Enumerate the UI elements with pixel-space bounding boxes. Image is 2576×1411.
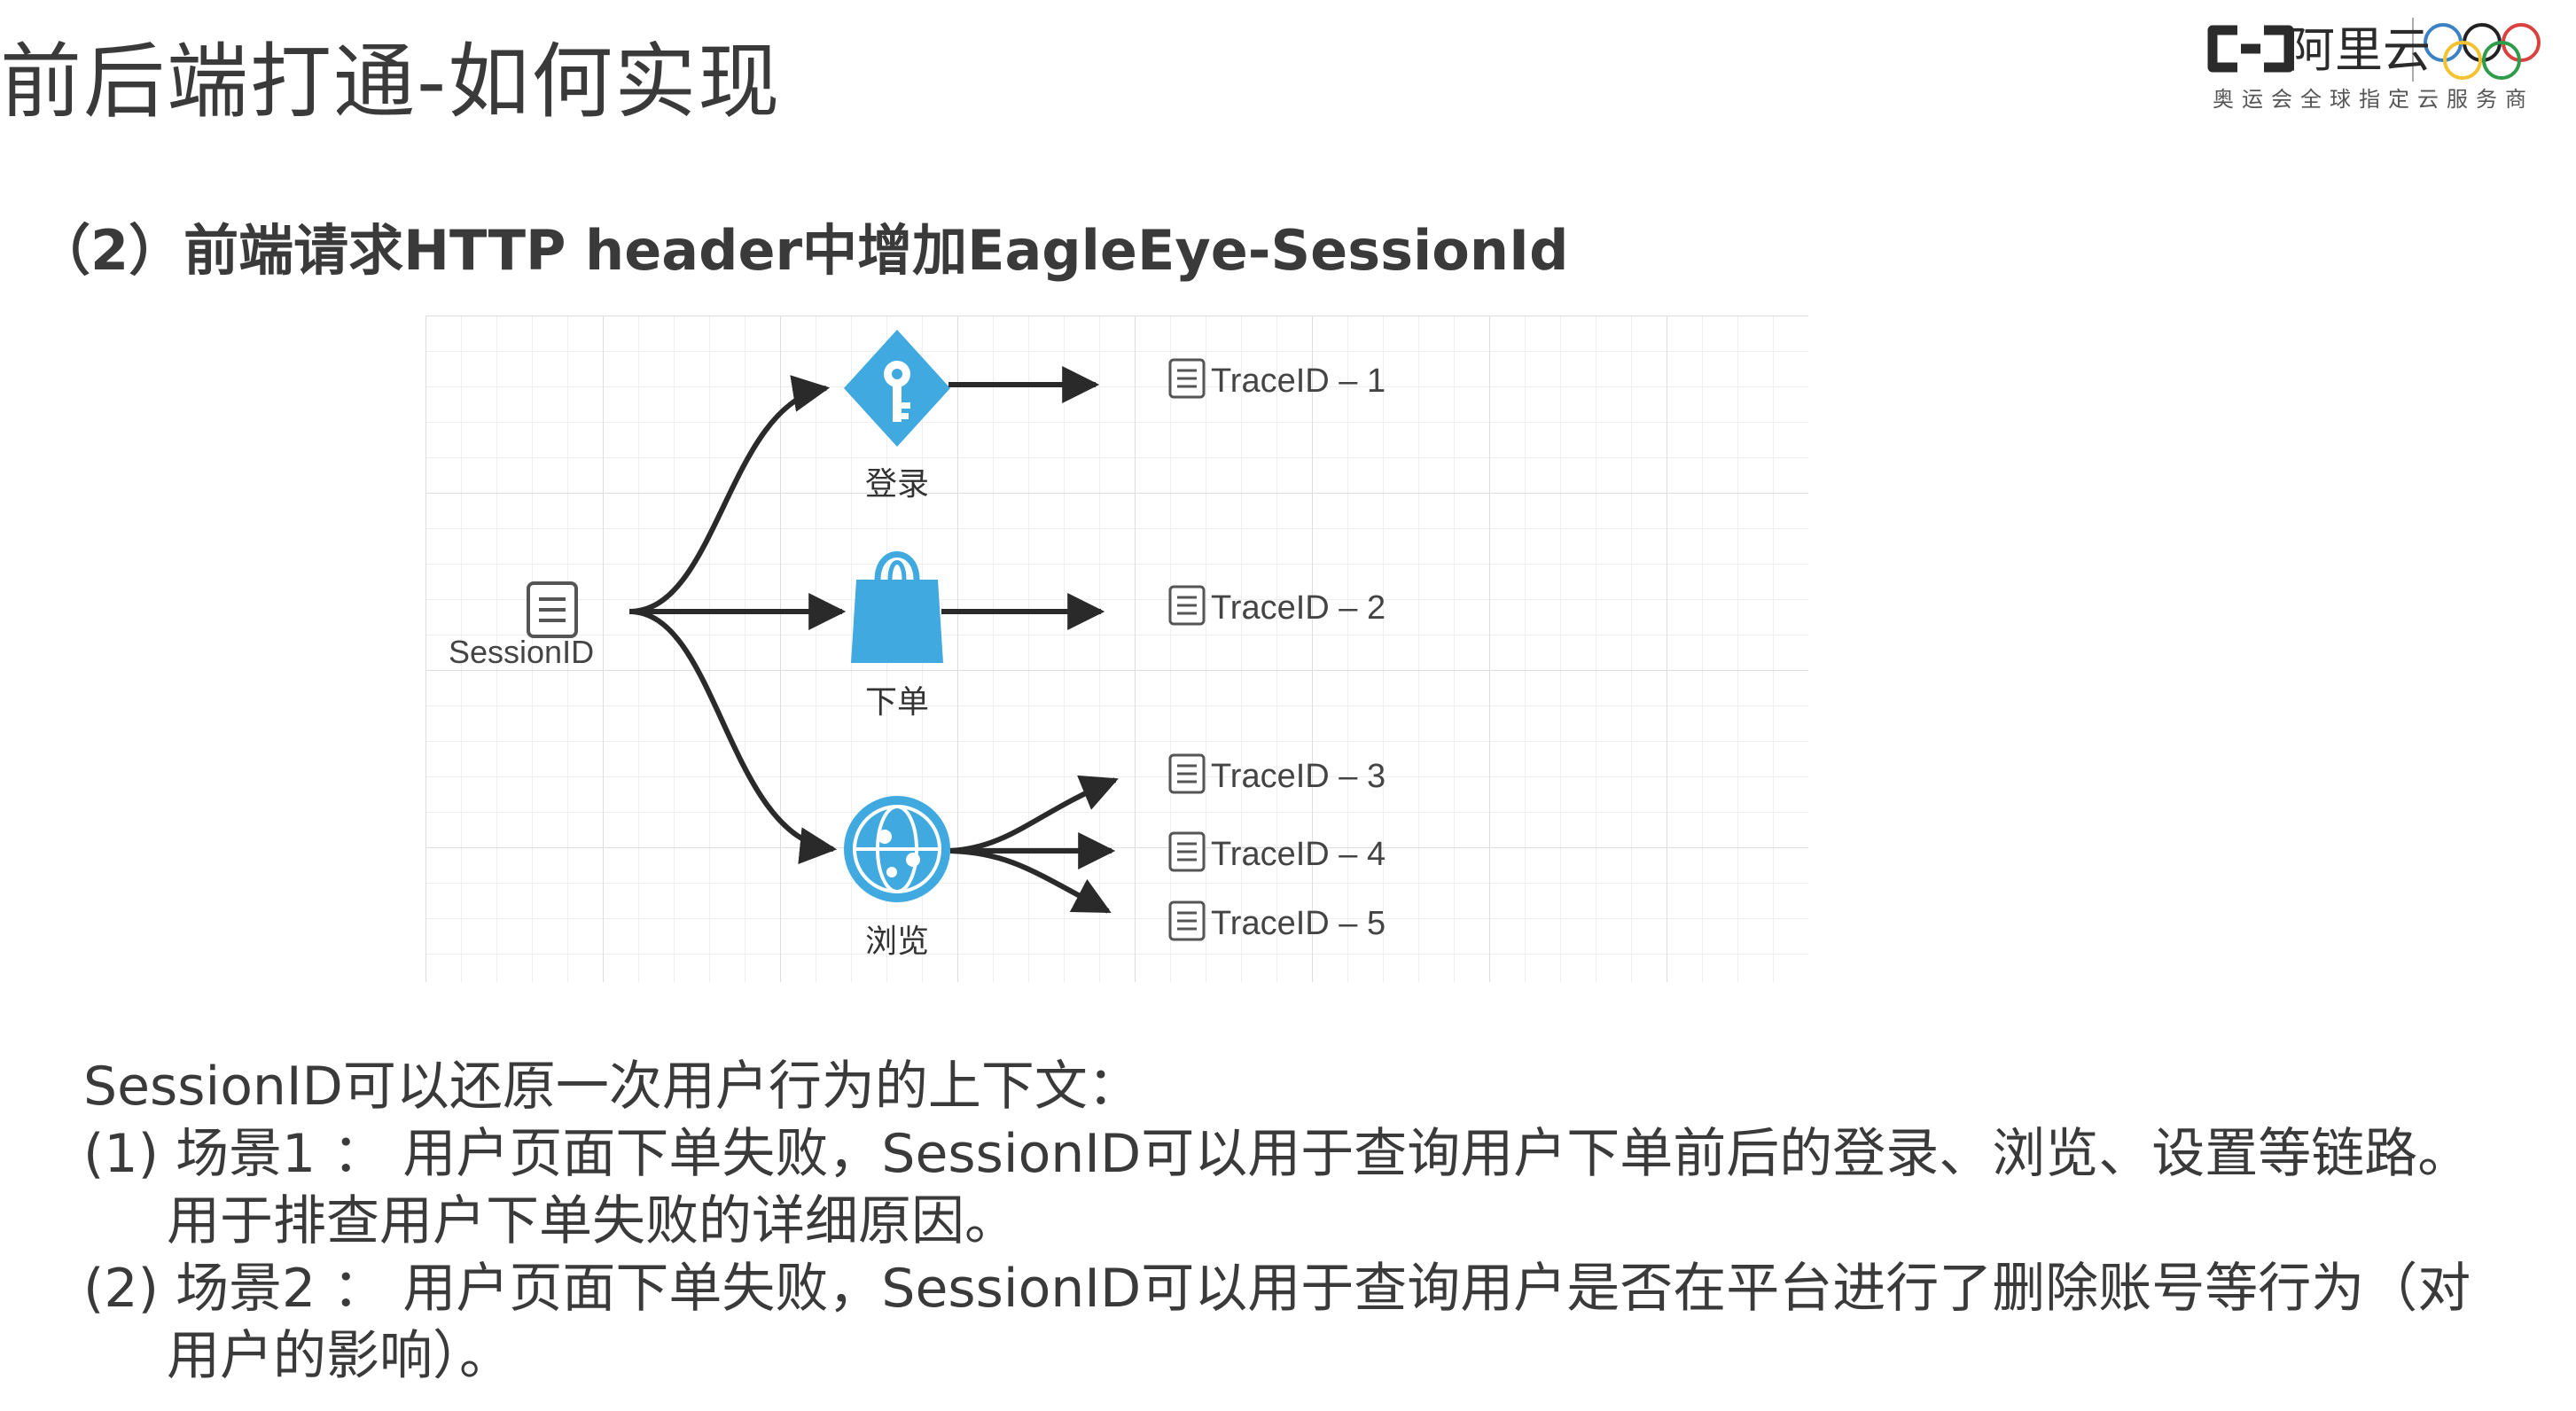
diagram-grid bbox=[425, 316, 1808, 982]
scenario-1-continued: 用于排查用户下单失败的详细原因。 bbox=[167, 1190, 1018, 1252]
session-document-icon bbox=[527, 581, 578, 638]
document-icon bbox=[1168, 585, 1206, 626]
trace-item-4: TraceID – 4 bbox=[1168, 831, 1386, 873]
document-icon bbox=[1168, 753, 1206, 794]
trace-label-3: TraceID – 3 bbox=[1211, 758, 1386, 795]
logo-brand: 阿里云 bbox=[2287, 22, 2431, 78]
trace-label-4: TraceID – 4 bbox=[1211, 836, 1386, 873]
aliyun-bracket-icon bbox=[2207, 25, 2294, 73]
trace-item-5: TraceID – 5 bbox=[1168, 900, 1386, 942]
description-intro: SessionID可以还原一次用户行为的上下文： bbox=[83, 1056, 1141, 1118]
scenario-2-continued: 用户的影响）。 bbox=[167, 1325, 512, 1387]
trace-item-1: TraceID – 1 bbox=[1168, 358, 1386, 400]
description-block: SessionID可以还原一次用户行为的上下文： (1) 场景1 ： 用户页面下… bbox=[83, 1053, 2565, 1390]
trace-item-2: TraceID – 2 bbox=[1168, 585, 1386, 627]
globe-icon bbox=[844, 796, 950, 902]
document-icon bbox=[1168, 358, 1206, 399]
document-icon bbox=[1168, 900, 1206, 941]
scenario-1: (1) 场景1 ： 用户页面下单失败，SessionID可以用于查询用户下单前后… bbox=[83, 1123, 2471, 1185]
action-label-order: 下单 bbox=[865, 684, 929, 721]
section-subtitle: （2）前端请求HTTP header中增加EagleEye-SessionId bbox=[35, 218, 1569, 283]
session-trace-diagram: SessionID 登录 下单 浏览 TraceID – 1 TraceID –… bbox=[425, 316, 1808, 982]
document-icon bbox=[1168, 831, 1206, 872]
trace-label-2: TraceID – 2 bbox=[1211, 589, 1386, 627]
olympic-rings-icon bbox=[2424, 23, 2541, 80]
logo-tagline: 奥运会全球指定云服务商 bbox=[2213, 87, 2534, 112]
session-label: SessionID bbox=[449, 634, 594, 670]
trace-label-5: TraceID – 5 bbox=[1211, 905, 1386, 942]
scenario-2: (2) 场景2 ： 用户页面下单失败，SessionID可以用于查询用户是否在平… bbox=[83, 1258, 2471, 1320]
page-title: 前后端打通-如何实现 bbox=[0, 35, 782, 129]
action-label-browse: 浏览 bbox=[865, 924, 929, 960]
trace-item-3: TraceID – 3 bbox=[1168, 753, 1386, 795]
trace-label-1: TraceID – 1 bbox=[1211, 362, 1386, 400]
action-label-login: 登录 bbox=[865, 466, 929, 503]
